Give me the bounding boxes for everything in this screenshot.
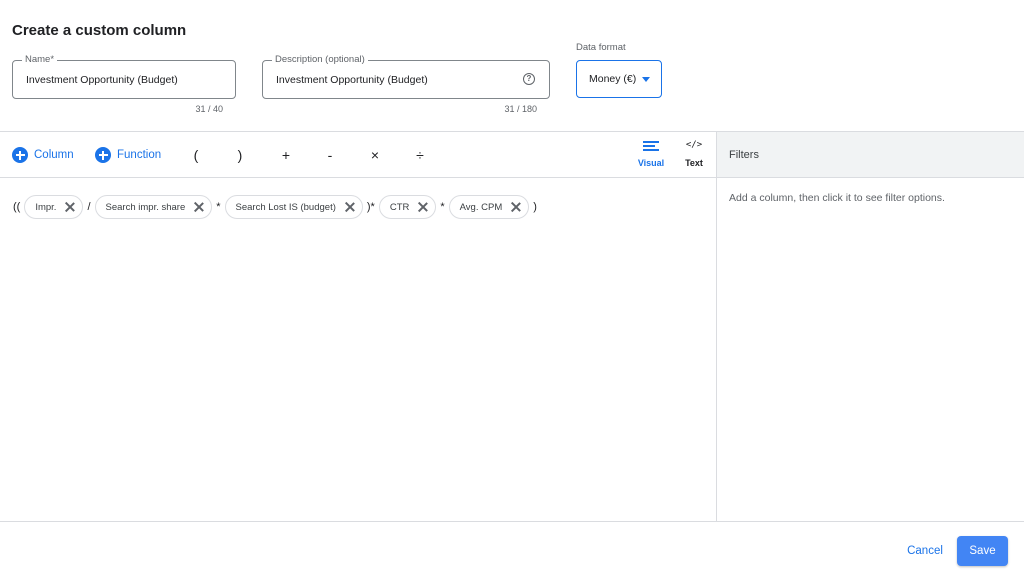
divider bbox=[716, 177, 1024, 178]
chip-label: Search impr. share bbox=[105, 201, 186, 213]
filters-title: Filters bbox=[729, 149, 759, 161]
name-field[interactable]: Name* Investment Opportunity (Budget) 31… bbox=[12, 54, 236, 114]
close-paren-button[interactable]: ) bbox=[229, 145, 251, 165]
save-button[interactable]: Save bbox=[957, 536, 1008, 566]
chip-label: Search Lost IS (budget) bbox=[235, 201, 336, 213]
text-mode-tab[interactable]: </> Text bbox=[677, 140, 711, 172]
name-char-count: 31 / 40 bbox=[195, 104, 223, 114]
close-icon[interactable] bbox=[510, 201, 522, 213]
add-column-button[interactable]: Column bbox=[12, 146, 74, 164]
formula-chip-avg-cpm[interactable]: Avg. CPM bbox=[448, 195, 530, 219]
description-field-value[interactable]: Investment Opportunity (Budget) bbox=[276, 74, 428, 86]
code-icon: </> bbox=[685, 140, 703, 150]
visual-mode-label: Visual bbox=[637, 158, 665, 168]
plus-button[interactable]: + bbox=[275, 145, 297, 165]
data-format-select[interactable]: Money (€) bbox=[576, 60, 662, 98]
visual-mode-tab[interactable]: Visual bbox=[634, 140, 668, 172]
chip-label: CTR bbox=[389, 201, 410, 213]
formula-chip-search-lost-is-budget[interactable]: Search Lost IS (budget) bbox=[224, 195, 363, 219]
dialog-title: Create a custom column bbox=[12, 22, 187, 39]
formula-operator: )* bbox=[366, 201, 375, 213]
formula-editor[interactable]: (( Impr. / Search impr. share * Search L… bbox=[12, 194, 538, 220]
close-icon[interactable] bbox=[193, 201, 205, 213]
divide-button[interactable]: ÷ bbox=[409, 145, 431, 165]
close-icon[interactable] bbox=[64, 201, 76, 213]
chip-label: Impr. bbox=[35, 201, 57, 213]
divider bbox=[0, 177, 716, 178]
help-circle-icon[interactable]: ? bbox=[523, 73, 535, 85]
add-column-label: Column bbox=[34, 149, 74, 161]
close-icon[interactable] bbox=[344, 201, 356, 213]
formula-operator: / bbox=[87, 201, 91, 213]
name-field-label: Name* bbox=[22, 54, 58, 66]
formula-chip-search-impr-share[interactable]: Search impr. share bbox=[94, 195, 213, 219]
add-function-button[interactable]: Function bbox=[95, 146, 161, 164]
minus-button[interactable]: - bbox=[319, 145, 341, 165]
formula-close-paren: ) bbox=[533, 201, 537, 213]
close-icon[interactable] bbox=[417, 201, 429, 213]
formula-operator: * bbox=[440, 201, 445, 213]
description-field-label: Description (optional) bbox=[272, 54, 368, 66]
visual-editor-icon bbox=[643, 141, 659, 153]
multiply-button[interactable]: × bbox=[364, 145, 386, 165]
data-format-value: Money (€) bbox=[589, 73, 637, 85]
data-format-label: Data format bbox=[576, 42, 626, 53]
plus-circle-icon bbox=[12, 147, 28, 163]
open-paren-button[interactable]: ( bbox=[185, 145, 207, 165]
divider bbox=[0, 521, 1024, 522]
cancel-button[interactable]: Cancel bbox=[898, 541, 952, 561]
description-field[interactable]: Description (optional) Investment Opport… bbox=[262, 54, 550, 114]
add-function-label: Function bbox=[117, 149, 162, 161]
formula-chip-ctr[interactable]: CTR bbox=[378, 195, 437, 219]
formula-operator: * bbox=[216, 201, 221, 213]
plus-circle-icon bbox=[95, 147, 111, 163]
chip-label: Avg. CPM bbox=[459, 201, 503, 213]
name-field-value[interactable]: Investment Opportunity (Budget) bbox=[26, 74, 178, 86]
caret-down-icon bbox=[642, 77, 650, 82]
divider bbox=[716, 131, 717, 522]
filters-hint: Add a column, then click it to see filte… bbox=[729, 192, 945, 204]
formula-chip-impr[interactable]: Impr. bbox=[24, 195, 84, 219]
filters-header: Filters bbox=[717, 132, 1024, 177]
description-char-count: 31 / 180 bbox=[504, 104, 537, 114]
formula-open-paren: (( bbox=[13, 201, 21, 213]
text-mode-label: Text bbox=[685, 158, 703, 168]
